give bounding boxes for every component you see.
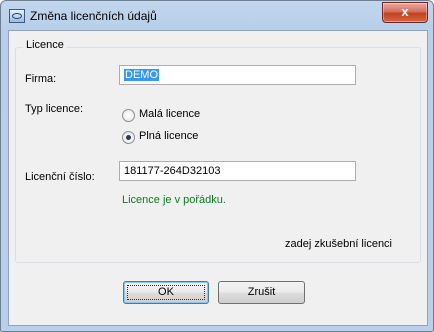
cancel-button-label: Zrušit: [247, 286, 276, 298]
cancel-button[interactable]: Zrušit: [218, 281, 305, 304]
license-status-text: Licence je v pořádku.: [122, 194, 226, 206]
dialog-window: Změna licenčních údajů x Licence Firma: …: [0, 0, 434, 332]
dialog-client-area: Licence Firma: DEMO Typ licence: Malá li…: [8, 30, 428, 326]
app-icon: [9, 9, 25, 23]
close-button[interactable]: x: [382, 2, 428, 23]
radio-mala-licence[interactable]: [122, 109, 135, 122]
radio-plna-licence-label[interactable]: Plná licence: [139, 130, 198, 142]
typ-licence-label: Typ licence:: [25, 103, 84, 115]
trial-license-link[interactable]: zadej zkušební licenci: [285, 238, 392, 250]
radio-plna-licence[interactable]: [122, 131, 135, 144]
firma-label: Firma:: [25, 73, 57, 85]
radio-mala-licence-label[interactable]: Malá licence: [139, 108, 200, 120]
ok-button-label: OK: [158, 286, 174, 298]
firma-field[interactable]: DEMO: [119, 65, 356, 85]
title-bar[interactable]: Změna licenčních údajů x: [1, 1, 433, 30]
groupbox-title: Licence: [23, 39, 67, 51]
window-title: Změna licenčních údajů: [30, 9, 157, 23]
licencni-cislo-field[interactable]: 181177-264D32103: [119, 161, 356, 181]
licencni-cislo-label: Licenční číslo:: [25, 171, 95, 183]
close-icon: x: [401, 4, 409, 19]
ok-button[interactable]: OK: [123, 281, 209, 304]
licencni-cislo-value: 181177-264D32103: [124, 165, 221, 177]
firma-value: DEMO: [124, 69, 159, 81]
